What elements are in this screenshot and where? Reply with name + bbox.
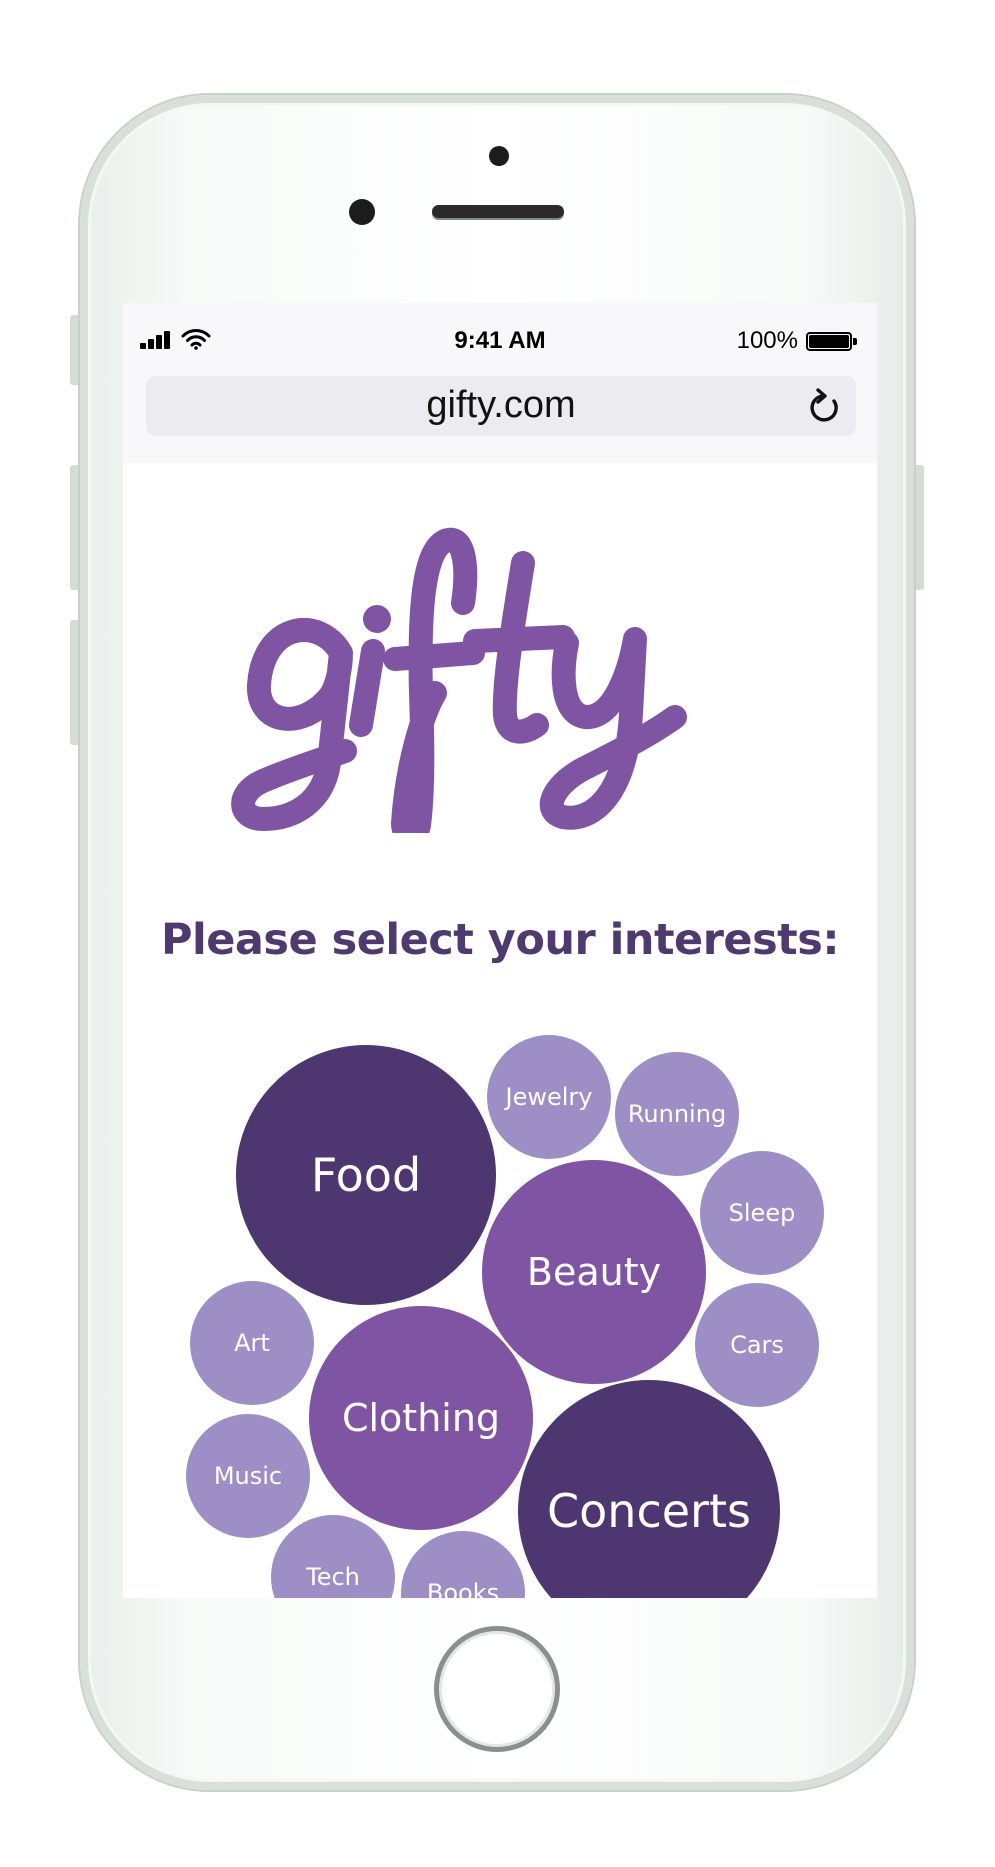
gifty-logo — [231, 527, 687, 833]
front-camera — [489, 146, 509, 166]
home-button[interactable] — [434, 1626, 560, 1752]
interest-sleep-bubble[interactable]: Sleep — [700, 1151, 824, 1275]
interest-beauty-bubble[interactable]: Beauty — [482, 1160, 706, 1384]
interest-running-bubble[interactable]: Running — [615, 1052, 739, 1176]
earpiece-speaker — [432, 205, 564, 218]
url-text[interactable]: gifty.com — [146, 384, 856, 427]
reload-icon[interactable] — [806, 386, 844, 426]
status-bar: 9:41 AM 100% — [123, 323, 877, 359]
proximity-sensor — [349, 199, 375, 225]
battery-percentage: 100% — [736, 327, 798, 354]
interest-cars-bubble[interactable]: Cars — [695, 1283, 819, 1407]
interest-jewelry-bubble[interactable]: Jewelry — [487, 1035, 611, 1159]
address-bar[interactable]: gifty.com — [146, 376, 856, 436]
interest-tech-bubble[interactable]: Tech — [271, 1515, 395, 1598]
phone-screen: 9:41 AM 100% gifty.com Please select you… — [123, 303, 877, 1598]
interests-prompt: Please select your interests: — [160, 915, 840, 965]
browser-chrome: 9:41 AM 100% gifty.com — [123, 303, 877, 463]
interest-books-bubble[interactable]: Books — [401, 1531, 525, 1598]
interest-concerts-bubble[interactable]: Concerts — [518, 1380, 780, 1598]
interest-clothing-bubble[interactable]: Clothing — [309, 1306, 533, 1530]
battery-nub — [853, 338, 857, 345]
interest-food-bubble[interactable]: Food — [236, 1045, 496, 1305]
battery-icon — [806, 332, 852, 351]
interest-art-bubble[interactable]: Art — [190, 1281, 314, 1405]
interest-music-bubble[interactable]: Music — [186, 1414, 310, 1538]
